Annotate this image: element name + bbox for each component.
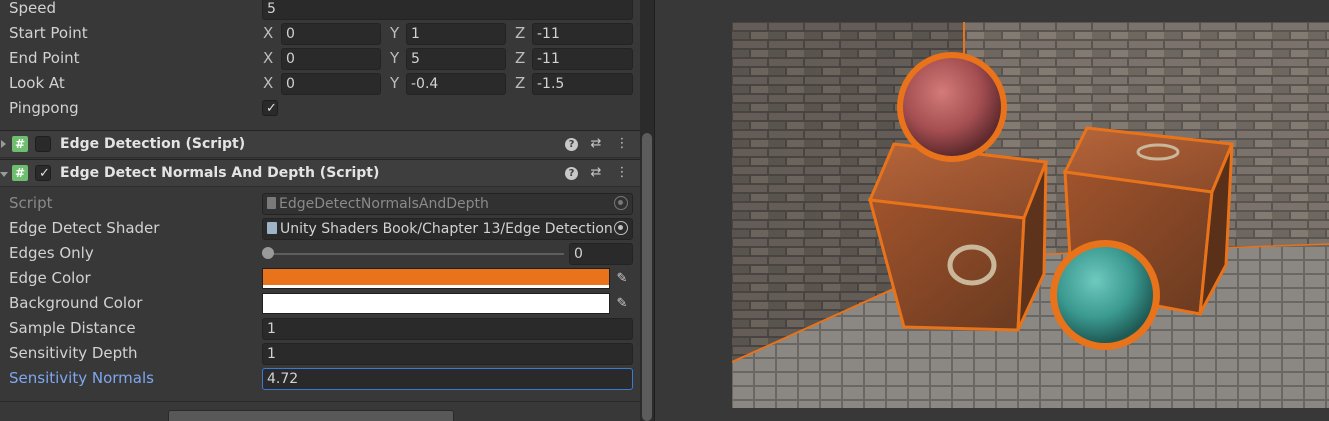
red-sphere (897, 52, 1007, 162)
sensitivity-normals-label: Sensitivity Normals (9, 369, 154, 387)
end-x-field[interactable]: 0 (281, 48, 381, 70)
end-y-axis-label[interactable]: Y (390, 46, 399, 71)
hash-icon: # (12, 136, 28, 152)
start-z-axis-label[interactable]: Z (515, 21, 525, 46)
look-y-axis-label[interactable]: Y (390, 71, 399, 96)
eyedropper-icon[interactable]: ✎ (612, 295, 632, 313)
speed-row: Speed 5 (0, 0, 640, 21)
look-z-field[interactable]: -1.5 (532, 73, 633, 95)
kebab-menu-icon[interactable]: ⋮ (615, 166, 629, 180)
end-z-axis-label[interactable]: Z (515, 46, 525, 71)
look-at-row: Look At X 0 Y -0.4 Z -1.5 (0, 71, 640, 96)
end-point-label: End Point (9, 49, 80, 67)
sliders-icon[interactable]: ⇄ (589, 166, 603, 180)
edge-detect-shader-label: Edge Detect Shader (9, 219, 160, 237)
sliders-icon[interactable]: ⇄ (589, 137, 603, 151)
look-z-axis-label[interactable]: Z (515, 71, 525, 96)
eyedropper-icon[interactable]: ✎ (612, 270, 632, 288)
sensitivity-normals-row: Sensitivity Normals 4.72 (0, 366, 640, 391)
sensitivity-normals-field[interactable]: 4.72 (262, 368, 633, 390)
pingpong-label: Pingpong (9, 99, 79, 117)
edges-only-slider-thumb[interactable] (262, 247, 274, 259)
start-point-row: Start Point X 0 Y 1 Z -11 (0, 21, 640, 46)
edges-only-label: Edges Only (9, 244, 94, 262)
component-title: Edge Detection (Script) (60, 136, 246, 152)
panel-divider[interactable] (654, 0, 655, 421)
edge-detect-shader-row: Edge Detect Shader Unity Shaders Book/Ch… (0, 216, 640, 241)
rusty-crate-left (867, 142, 1049, 332)
sample-distance-label: Sample Distance (9, 319, 136, 337)
end-x-axis-label[interactable]: X (263, 46, 273, 71)
look-x-field[interactable]: 0 (281, 73, 381, 95)
add-component-button[interactable] (168, 410, 454, 421)
shader-value: Unity Shaders Book/Chapter 13/Edge Detec… (280, 221, 613, 237)
start-y-axis-label[interactable]: Y (390, 21, 399, 46)
edge-color-row: Edge Color ✎ (0, 266, 640, 291)
foldout-arrow-icon[interactable] (0, 172, 8, 177)
help-icon[interactable]: ? (565, 167, 578, 180)
edge-detection-component-header[interactable]: # Edge Detection (Script) ? ⇄ ⋮ (0, 130, 640, 158)
sample-distance-field[interactable]: 1 (262, 318, 633, 340)
look-y-field[interactable]: -0.4 (406, 73, 506, 95)
inspector-panel: Speed 5 Start Point X 0 Y 1 Z -11 End Po… (0, 0, 640, 421)
sensitivity-depth-row: Sensitivity Depth 1 (0, 341, 640, 366)
look-x-axis-label[interactable]: X (263, 71, 273, 96)
object-picker-icon (614, 196, 628, 210)
start-y-field[interactable]: 1 (406, 23, 506, 45)
edges-only-slider-track[interactable] (268, 253, 564, 255)
start-point-label: Start Point (9, 24, 88, 42)
foldout-arrow-icon[interactable] (1, 140, 6, 148)
look-at-label: Look At (9, 74, 65, 92)
start-z-field[interactable]: -11 (532, 23, 633, 45)
object-picker-icon[interactable] (614, 221, 628, 235)
script-row: Script EdgeDetectNormalsAndDepth (0, 191, 640, 216)
scene-view[interactable] (732, 22, 1329, 408)
edges-only-field[interactable]: 0 (569, 243, 633, 265)
end-y-field[interactable]: 5 (406, 48, 506, 70)
hash-icon: # (12, 165, 28, 181)
speed-label: Speed (9, 0, 57, 17)
end-z-field[interactable]: -11 (532, 48, 633, 70)
edge-detect-shader-field[interactable]: Unity Shaders Book/Chapter 13/Edge Detec… (262, 218, 633, 240)
teal-sphere (1050, 240, 1160, 350)
background-color-label: Background Color (9, 294, 143, 312)
script-file-icon (267, 197, 276, 209)
background-color-row: Background Color ✎ (0, 291, 640, 316)
edge-detect-normals-enabled-checkbox[interactable]: ✓ (35, 165, 51, 181)
end-point-row: End Point X 0 Y 5 Z -11 (0, 46, 640, 71)
checkmark-icon: ✓ (39, 166, 50, 181)
start-x-axis-label[interactable]: X (263, 21, 273, 46)
inspector-scrollbar-thumb[interactable] (642, 133, 652, 421)
script-field: EdgeDetectNormalsAndDepth (262, 193, 633, 215)
start-x-field[interactable]: 0 (281, 23, 381, 45)
edge-detect-normals-component-header[interactable]: # ✓ Edge Detect Normals And Depth (Scrip… (0, 159, 640, 187)
edges-only-row: Edges Only 0 (0, 241, 640, 266)
background-color-swatch[interactable] (262, 293, 610, 314)
section-divider (0, 401, 640, 402)
pingpong-row: Pingpong ✓ (0, 96, 640, 121)
speed-field[interactable]: 5 (262, 0, 633, 20)
edge-color-label: Edge Color (9, 269, 91, 287)
script-value: EdgeDetectNormalsAndDepth (279, 196, 489, 212)
checkmark-icon: ✓ (266, 101, 277, 116)
shader-file-icon (267, 222, 277, 234)
scene-render (732, 22, 1329, 408)
kebab-menu-icon[interactable]: ⋮ (615, 137, 629, 151)
script-label: Script (9, 194, 53, 212)
edge-detection-enabled-checkbox[interactable] (35, 136, 51, 152)
sample-distance-row: Sample Distance 1 (0, 316, 640, 341)
component-title: Edge Detect Normals And Depth (Script) (60, 165, 380, 181)
help-icon[interactable]: ? (565, 138, 578, 151)
pingpong-checkbox[interactable]: ✓ (262, 100, 278, 116)
sensitivity-depth-label: Sensitivity Depth (9, 344, 138, 362)
sensitivity-depth-field[interactable]: 1 (262, 343, 633, 365)
edge-color-swatch[interactable] (262, 268, 610, 289)
